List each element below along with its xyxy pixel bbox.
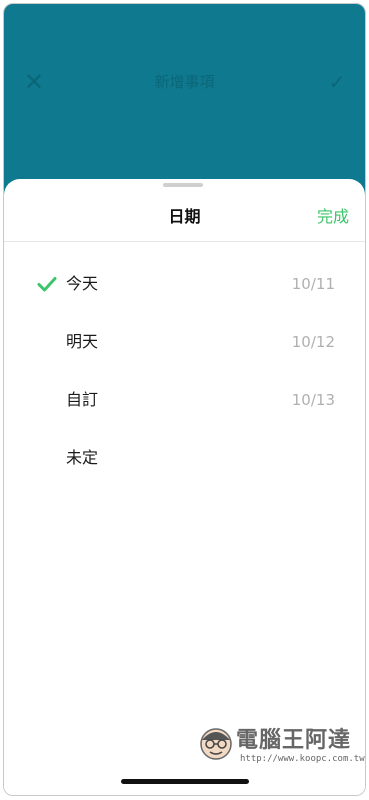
option-label: 未定 — [66, 448, 99, 467]
option-date: 10/11 — [291, 275, 335, 293]
option-date: 10/12 — [291, 333, 335, 351]
background-header: ✕ 新增事項 ✓ — [4, 62, 365, 102]
date-option-list: 今天 10/11 明天 10/12 自訂 10/13 未定 — [4, 255, 365, 487]
background-screen: ✕ 新增事項 ✓ — [4, 4, 365, 204]
option-label: 明天 — [66, 332, 99, 351]
option-tomorrow[interactable]: 明天 10/12 — [4, 313, 365, 371]
watermark: 電腦王阿達 http://www.koopc.com.tw — [196, 720, 365, 770]
option-label: 自訂 — [66, 390, 99, 409]
home-indicator[interactable] — [120, 779, 249, 784]
sheet-title: 日期 — [168, 207, 201, 226]
sheet-header: 日期 完成 — [4, 193, 365, 242]
option-label: 今天 — [66, 274, 99, 293]
phone-frame: ✕ 新增事項 ✓ 日期 完成 今天 10/11 明天 10/12 自訂 10/1… — [3, 3, 366, 796]
watermark-text: 電腦王阿達 — [236, 727, 352, 753]
background-title: 新增事項 — [154, 73, 215, 91]
sheet-grabber[interactable] — [162, 183, 203, 187]
check-icon[interactable]: ✓ — [325, 62, 349, 102]
done-button[interactable]: 完成 — [317, 193, 349, 241]
option-date: 10/13 — [291, 391, 335, 409]
date-picker-sheet: 日期 完成 今天 10/11 明天 10/12 自訂 10/13 未定 — [4, 179, 365, 795]
option-undecided[interactable]: 未定 — [4, 429, 365, 487]
option-custom[interactable]: 自訂 10/13 — [4, 371, 365, 429]
checkmark-icon — [37, 277, 57, 292]
watermark-url: http://www.koopc.com.tw — [240, 754, 365, 764]
option-today[interactable]: 今天 10/11 — [4, 255, 365, 313]
mascot-logo-icon — [200, 728, 232, 760]
